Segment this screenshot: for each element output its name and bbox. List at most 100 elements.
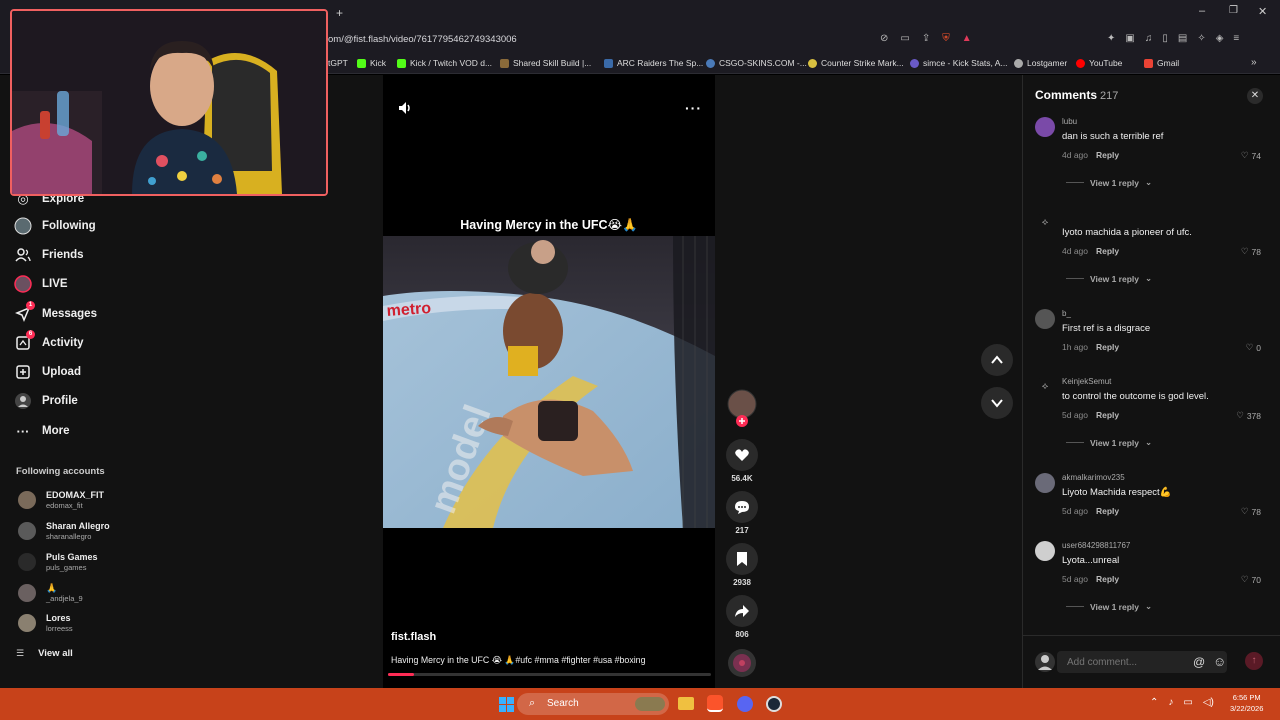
windows-start-icon[interactable] — [499, 697, 514, 712]
comment-username[interactable]: b_ — [1062, 309, 1071, 318]
view-replies-button[interactable]: View 1 reply ⌄ — [1066, 601, 1152, 612]
comment-like-button[interactable]: ♡ 0 — [1246, 342, 1261, 353]
sidebar-item-friends[interactable]: Friends — [14, 246, 84, 264]
close-comments-button[interactable]: ✕ — [1247, 88, 1263, 104]
bookmarks-overflow-icon[interactable]: » — [1251, 57, 1257, 68]
no-camera-icon[interactable]: ⊘ — [880, 33, 888, 44]
music-disc-button[interactable] — [725, 647, 759, 684]
comment-button[interactable]: 217 — [725, 491, 759, 535]
following-account[interactable]: Lores lorreess — [16, 611, 146, 637]
sidebar-item-activity[interactable]: 6 Activity — [14, 330, 84, 352]
sidebar-item-messages[interactable]: 1 Messages — [14, 301, 97, 323]
bookmark[interactable]: Counter Strike Mark... — [808, 58, 904, 68]
sidebar-item-profile[interactable]: Profile — [14, 392, 78, 410]
bookmark[interactable]: Lostgamer — [1014, 58, 1067, 68]
view-replies-label: View 1 reply — [1090, 437, 1139, 448]
bookmark[interactable]: Gmail — [1144, 58, 1179, 68]
sidebar-item-more[interactable]: ··· More — [14, 422, 70, 440]
screenshot-icon[interactable]: ▣ — [1125, 33, 1134, 44]
leo-ai-icon[interactable]: ✧ — [1197, 33, 1205, 44]
view-replies-button[interactable]: View 1 reply ⌄ — [1066, 177, 1152, 188]
view-replies-button[interactable]: View 1 reply ⌄ — [1066, 273, 1152, 284]
volume-icon[interactable]: ◁) — [1203, 697, 1214, 708]
vpn-icon[interactable]: ◈ — [1216, 33, 1224, 44]
reply-button[interactable]: Reply — [1096, 574, 1119, 584]
comment-like-button[interactable]: ♡ 378 — [1236, 410, 1261, 421]
comment-username[interactable]: akmalkarimov235 — [1062, 473, 1125, 482]
comment-like-button[interactable]: ♡ 78 — [1241, 246, 1261, 257]
comment-username[interactable]: lubu — [1062, 117, 1077, 126]
comment-like-button[interactable]: ♡ 70 — [1241, 574, 1261, 585]
media-icon[interactable]: ♫ — [1145, 33, 1153, 44]
extensions-icon[interactable]: ✦ — [1107, 33, 1115, 44]
video-progress-bar[interactable] — [388, 673, 711, 676]
mention-icon[interactable]: @ — [1193, 655, 1205, 669]
comment-like-button[interactable]: ♡ 74 — [1241, 150, 1261, 161]
menu-icon[interactable]: ≡ — [1233, 33, 1239, 44]
avatar[interactable] — [1035, 117, 1055, 137]
avatar[interactable]: ⟡ — [1035, 213, 1055, 233]
comment-username[interactable]: KeinjekSemut — [1062, 377, 1111, 386]
bookmark[interactable]: ARC Raiders The Sp... — [604, 58, 703, 68]
view-all-link[interactable]: ☰ View all — [16, 648, 73, 659]
following-account[interactable]: Sharan Allegro sharanallegro — [16, 519, 146, 545]
video-author[interactable]: fist.flash — [391, 631, 436, 643]
brave-shield-icon[interactable]: ⛨ — [942, 33, 950, 44]
bookmark[interactable]: simce - Kick Stats, A... — [910, 58, 1008, 68]
bookmark[interactable]: CSGO-SKINS.COM -... — [706, 58, 807, 68]
microphone-icon[interactable]: ♪ — [1168, 697, 1173, 708]
close-window-button[interactable]: ✕ — [1258, 5, 1267, 18]
brave-browser-icon[interactable] — [707, 695, 723, 712]
avatar[interactable] — [1035, 541, 1055, 561]
reader-icon[interactable]: ▭ — [900, 33, 909, 44]
following-account[interactable]: Puls Games puls_games — [16, 550, 146, 576]
like-button[interactable]: 56.4K — [725, 439, 759, 483]
sidebar-item-live[interactable]: LIVE — [14, 275, 68, 293]
avatar[interactable] — [1035, 473, 1055, 493]
chevron-up-icon — [991, 355, 1003, 364]
minimize-button[interactable]: – — [1199, 5, 1205, 17]
brave-rewards-icon[interactable]: ▲ — [962, 33, 972, 44]
author-avatar-button[interactable] — [725, 389, 759, 434]
taskbar-search[interactable]: ⌕ Search — [517, 693, 669, 715]
share-button[interactable]: 806 — [725, 595, 759, 639]
reply-button[interactable]: Reply — [1096, 506, 1119, 516]
chevron-up-icon[interactable]: ⌃ — [1150, 697, 1158, 708]
following-account[interactable]: EDOMAX_FIT edomax_fit — [16, 488, 146, 514]
view-replies-button[interactable]: View 1 reply ⌄ — [1066, 437, 1152, 448]
previous-video-button[interactable] — [981, 344, 1013, 376]
video-player[interactable]: ··· Having Mercy in the UFC😭🙏 metro mode… — [383, 75, 715, 688]
comment-username[interactable]: user684298811767 — [1062, 541, 1130, 550]
emoji-icon[interactable]: ☺ — [1213, 654, 1226, 669]
wallet-icon[interactable]: ▤ — [1178, 33, 1187, 44]
file-explorer-icon[interactable] — [678, 697, 694, 710]
reply-button[interactable]: Reply — [1096, 342, 1119, 352]
reply-button[interactable]: Reply — [1096, 150, 1119, 160]
new-tab-button[interactable]: + — [336, 6, 343, 20]
taskbar-clock[interactable]: 6:56 PM 3/22/2026 — [1230, 692, 1263, 714]
discord-icon[interactable] — [737, 696, 753, 712]
network-icon[interactable]: ▭ — [1183, 697, 1192, 708]
share-icon[interactable]: ⇪ — [922, 33, 930, 44]
bookmark[interactable]: tGPT — [328, 58, 348, 68]
send-button[interactable]: ↑ — [1245, 652, 1263, 670]
comment-like-button[interactable]: ♡ 78 — [1241, 506, 1261, 517]
reply-button[interactable]: Reply — [1096, 410, 1119, 420]
steam-icon[interactable] — [766, 696, 782, 712]
restore-button[interactable]: ❐ — [1229, 5, 1238, 16]
avatar[interactable]: ⟡ — [1035, 377, 1055, 397]
bookmark[interactable]: Shared Skill Build |... — [500, 58, 591, 68]
sound-icon[interactable] — [397, 100, 413, 116]
bookmark[interactable]: YouTube — [1076, 58, 1122, 68]
save-button[interactable]: 2938 — [725, 543, 759, 587]
next-video-button[interactable] — [981, 387, 1013, 419]
bookmark[interactable]: Kick — [357, 58, 386, 68]
video-more-button[interactable]: ··· — [685, 100, 702, 116]
bookmark[interactable]: Kick / Twitch VOD d... — [397, 58, 492, 68]
following-account[interactable]: 🙏 _andjela_9 — [16, 581, 146, 607]
avatar[interactable] — [1035, 309, 1055, 329]
reply-button[interactable]: Reply — [1096, 246, 1119, 256]
sidebar-item-upload[interactable]: Upload — [14, 363, 81, 381]
sidebar-item-following[interactable]: Following — [14, 217, 96, 235]
sidebar-icon[interactable]: ▯ — [1162, 33, 1168, 44]
